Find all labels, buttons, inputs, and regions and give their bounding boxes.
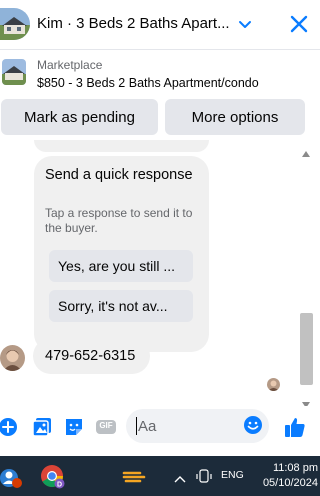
- chevron-up-icon[interactable]: [174, 471, 186, 483]
- emoji-icon[interactable]: [243, 415, 263, 435]
- quick-response-title: Send a quick response: [45, 167, 193, 183]
- plus-icon[interactable]: [0, 416, 20, 438]
- profile-app-icon[interactable]: [0, 466, 24, 490]
- close-icon[interactable]: [288, 13, 310, 35]
- quick-response-option[interactable]: Sorry, it's not av...: [49, 290, 193, 322]
- marketplace-listing-bar[interactable]: Marketplace $850 - 3 Beds 2 Baths Apartm…: [0, 50, 320, 96]
- conversation-title[interactable]: Kim · 3 Beds 2 Baths Apart...: [37, 15, 237, 32]
- device-icon[interactable]: [196, 468, 212, 484]
- language-indicator[interactable]: ENG: [221, 469, 244, 481]
- mark-as-pending-button[interactable]: Mark as pending: [1, 99, 158, 135]
- weather-icon[interactable]: [122, 468, 146, 486]
- taskbar-apps: D: [0, 456, 76, 496]
- system-clock[interactable]: 11:08 pm 05/10/2024: [252, 461, 318, 491]
- chevron-down-icon[interactable]: [236, 15, 254, 33]
- svg-text:D: D: [57, 481, 62, 488]
- clock-date: 05/10/2024: [262, 477, 318, 489]
- scroll-up-arrow-icon[interactable]: [302, 144, 310, 157]
- chat-header: Kim · 3 Beds 2 Baths Apart...: [0, 0, 320, 50]
- more-options-button[interactable]: More options: [165, 99, 305, 135]
- os-taskbar: D ENG 11:08 pm 05/10/2024: [0, 456, 320, 496]
- message-list: Send a quick response Tap a response to …: [0, 140, 296, 400]
- listing-thumbnail[interactable]: [0, 8, 30, 40]
- chrome-icon[interactable]: D: [40, 464, 66, 490]
- photo-icon[interactable]: [31, 416, 53, 438]
- marketplace-label: Marketplace: [37, 58, 103, 72]
- scrollbar-thumb[interactable]: [300, 313, 313, 385]
- quick-response-subtitle: Tap a response to send it to the buyer.: [45, 206, 193, 235]
- message-input-container[interactable]: [126, 409, 269, 443]
- quick-response-option[interactable]: Yes, are you still ...: [49, 250, 193, 282]
- previous-message-bubble: [34, 140, 209, 152]
- listing-title: $850 - 3 Beds 2 Baths Apartment/condo: [37, 76, 259, 90]
- listing-image: [2, 59, 26, 85]
- thumbs-up-icon[interactable]: [283, 415, 305, 437]
- quick-response-card: Send a quick response Tap a response to …: [34, 156, 209, 352]
- message-bubble: 479-652-6315: [33, 338, 150, 374]
- scroll-down-arrow-icon[interactable]: [302, 395, 310, 408]
- buyer-avatar[interactable]: [0, 345, 25, 371]
- seen-avatar: [267, 378, 280, 391]
- sticker-icon[interactable]: [63, 416, 85, 438]
- clock-time: 11:08 pm: [272, 462, 318, 474]
- text-cursor: [136, 417, 137, 435]
- gif-label: GIF: [99, 421, 113, 430]
- message-input[interactable]: [138, 416, 238, 436]
